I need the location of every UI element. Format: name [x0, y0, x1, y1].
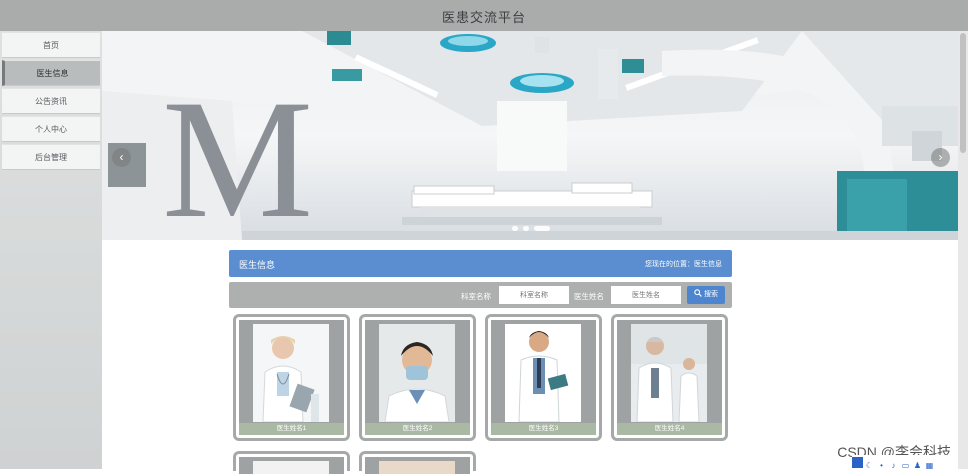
moon-icon: ☾: [865, 461, 874, 470]
carousel-dot-1[interactable]: [512, 226, 518, 231]
photo-frame: [365, 457, 470, 474]
nav-item-personal-center[interactable]: 个人中心: [2, 116, 100, 142]
shirt-icon: ♟: [913, 461, 922, 470]
doctor-photo: [631, 324, 707, 422]
doctor-name-input[interactable]: [611, 286, 681, 304]
search-bar: 科室名称 医生姓名 搜索: [229, 282, 732, 308]
search-button[interactable]: 搜索: [687, 286, 725, 304]
section-title: 医生信息: [239, 260, 276, 270]
scrollbar-thumb[interactable]: [960, 33, 966, 153]
doctor-photo: [505, 324, 581, 422]
doctor-photo: [379, 461, 455, 474]
nav-item-doctor-info[interactable]: 医生信息: [2, 60, 100, 86]
department-input[interactable]: [499, 286, 569, 304]
sidebar-nav: 首页 医生信息 公告资讯 个人中心 后台管理: [0, 31, 102, 469]
doctor-card[interactable]: 医生姓名2: [359, 314, 476, 441]
carousel-dot-2[interactable]: [523, 226, 529, 231]
nav-item-admin[interactable]: 后台管理: [2, 144, 100, 170]
doctor-card[interactable]: 医生姓名3: [485, 314, 602, 441]
section-header: 医生信息 您现在的位置：医生信息: [229, 250, 732, 277]
carousel-prev-button[interactable]: ‹: [112, 148, 131, 167]
nav-item-home[interactable]: 首页: [2, 32, 100, 58]
doctor-name: 医生姓名1: [239, 423, 344, 435]
breadcrumb: 您现在的位置：医生信息: [645, 261, 722, 268]
photo-frame: [239, 320, 344, 435]
site-title: 医患交流平台: [441, 10, 526, 25]
doctor-name: 医生姓名2: [365, 423, 470, 435]
hero-carousel[interactable]: M ‹ ›: [102, 31, 958, 240]
doctor-card[interactable]: 医生姓名1: [233, 314, 350, 441]
top-header: 医患交流平台: [0, 0, 968, 31]
mic-icon: ♪: [891, 461, 896, 470]
search-icon: [694, 289, 702, 297]
doctor-name: 医生姓名4: [617, 423, 722, 435]
department-label: 科室名称: [461, 292, 491, 301]
grid-icon: ▦: [925, 461, 934, 470]
doctor-photo: [253, 324, 329, 422]
doctor-card[interactable]: 医生姓名4: [611, 314, 728, 441]
carousel-dot-3[interactable]: [534, 226, 550, 231]
doctor-name-label: 医生姓名: [574, 292, 604, 301]
photo-frame: [617, 320, 722, 435]
page-scrollbar[interactable]: [958, 31, 968, 469]
search-button-label: 搜索: [703, 291, 718, 298]
doctor-card[interactable]: [359, 451, 476, 474]
photo-frame: [491, 320, 596, 435]
doctor-name: 医生姓名3: [491, 423, 596, 435]
dot-icon: •: [880, 461, 883, 470]
nav-item-news[interactable]: 公告资讯: [2, 88, 100, 114]
operating-room-image: M: [102, 31, 958, 240]
doctor-photo: [253, 461, 329, 474]
doctor-photo: [379, 324, 455, 422]
carousel-next-button[interactable]: ›: [931, 148, 950, 167]
svg-text:M: M: [162, 65, 313, 240]
doctor-card[interactable]: [233, 451, 350, 474]
ime-icon: [852, 457, 863, 468]
keyboard-icon: ▭: [901, 461, 910, 470]
photo-frame: [239, 457, 344, 474]
system-tray: ☾ • ♪ ▭ ♟ ▦: [852, 455, 951, 470]
photo-frame: [365, 320, 470, 435]
